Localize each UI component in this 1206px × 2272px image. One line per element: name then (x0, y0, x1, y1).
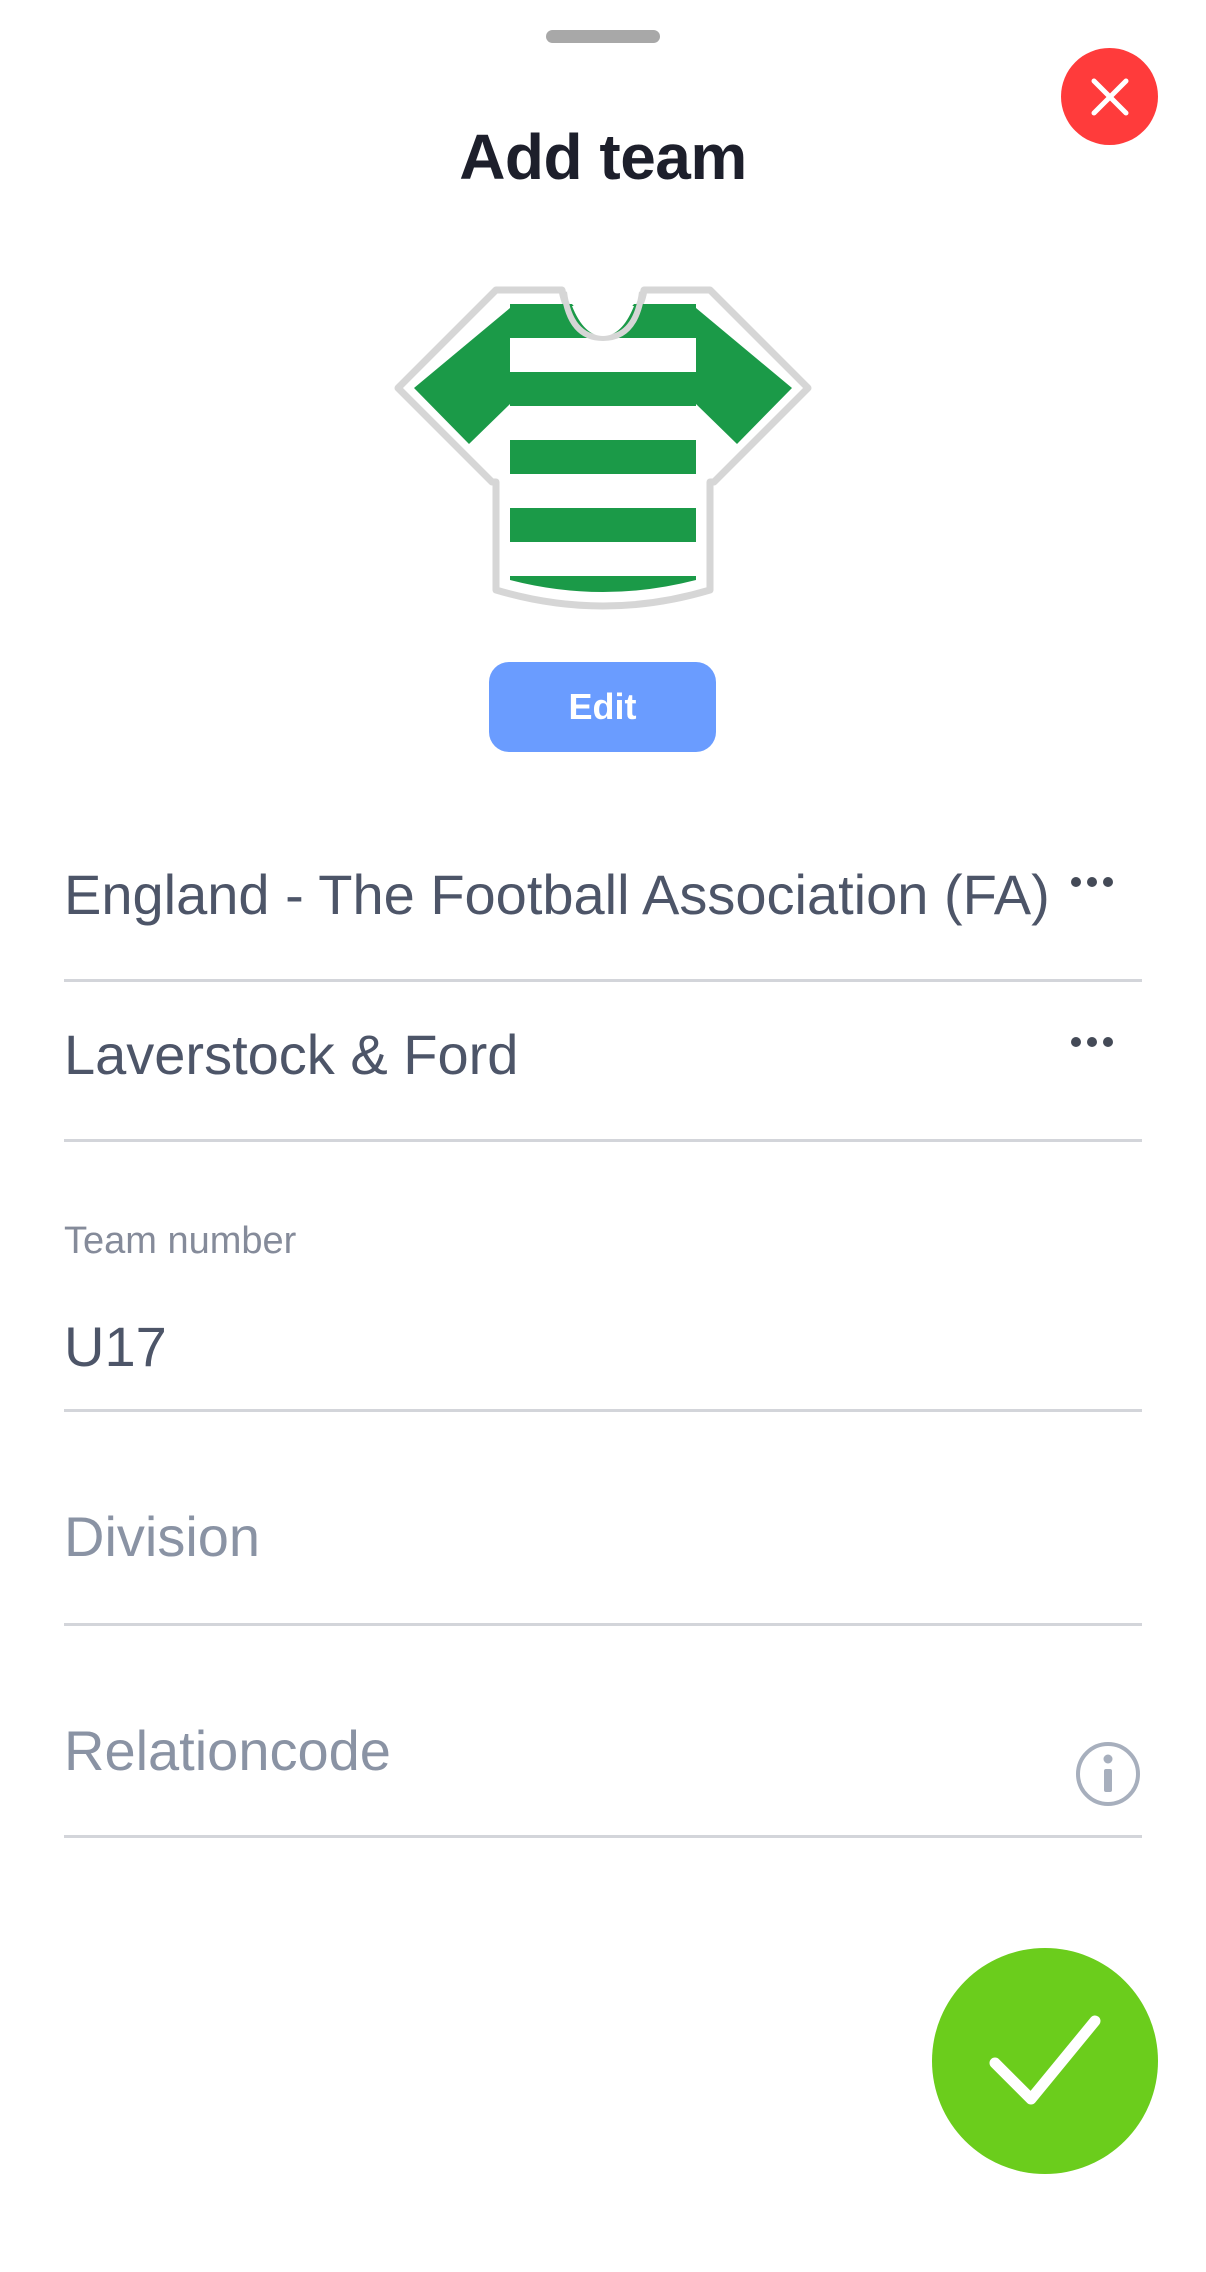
add-team-sheet: Add team Edit England - The Football Ass… (0, 0, 1206, 2272)
checkmark-icon (989, 2015, 1101, 2105)
association-value: England - The Football Association (FA) (64, 863, 1050, 926)
more-horizontal-icon[interactable] (1070, 1036, 1114, 1048)
club-select[interactable]: Laverstock & Ford (64, 982, 1142, 1142)
team-number-input[interactable]: U17 (64, 1314, 167, 1379)
confirm-button[interactable] (932, 1948, 1158, 2174)
association-select[interactable]: England - The Football Association (FA) (64, 822, 1142, 982)
page-title: Add team (459, 121, 747, 193)
team-shirt-icon (394, 286, 812, 610)
close-icon (1091, 78, 1128, 115)
relationcode-input[interactable]: Relationcode (64, 1718, 391, 1783)
team-number-label: Team number (64, 1220, 297, 1262)
more-horizontal-icon[interactable] (1070, 876, 1114, 888)
info-icon[interactable] (1074, 1740, 1142, 1808)
club-value: Laverstock & Ford (64, 1023, 519, 1086)
sheet-drag-handle[interactable] (546, 30, 660, 43)
division-field[interactable]: Division (64, 1412, 1142, 1626)
division-input[interactable]: Division (64, 1504, 260, 1569)
team-number-field[interactable]: Team number U17 (64, 1210, 1142, 1412)
relationcode-field[interactable]: Relationcode (64, 1626, 1142, 1838)
edit-kit-button[interactable]: Edit (489, 662, 716, 752)
